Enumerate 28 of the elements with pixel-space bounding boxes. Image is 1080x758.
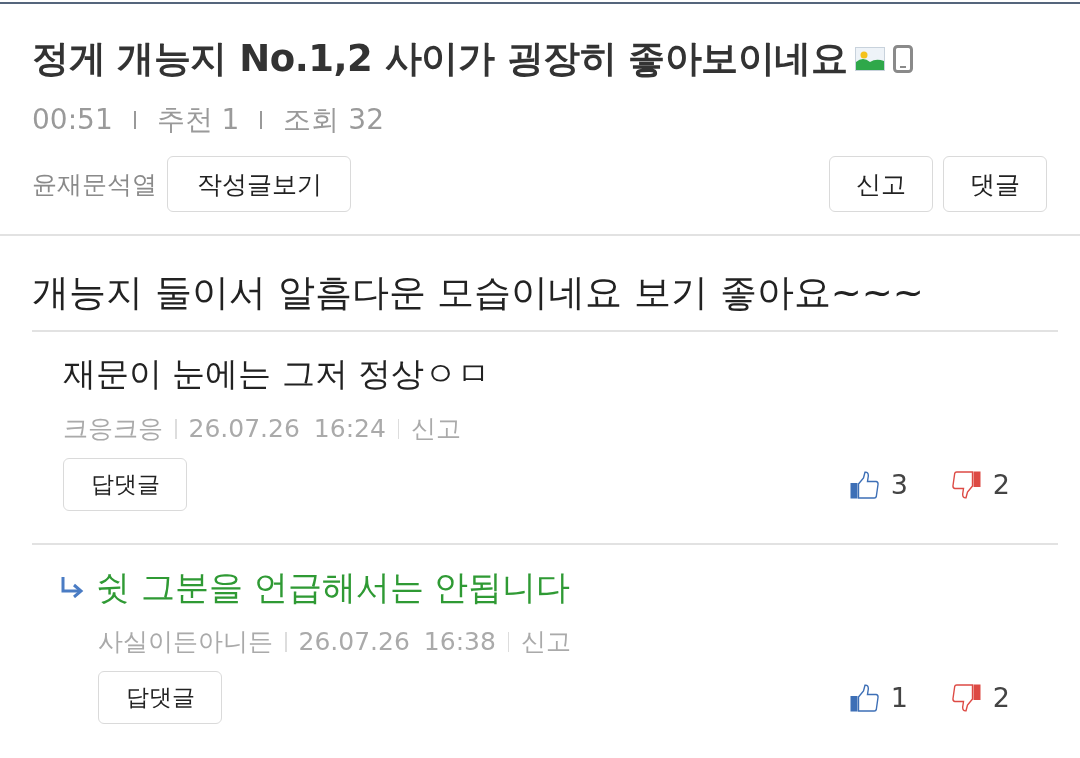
- post-stat: 00:51: [32, 103, 113, 137]
- post-action-button[interactable]: 신고: [829, 156, 933, 212]
- comment-date: 26.07.26: [298, 627, 410, 657]
- comment-author: 사실이든아니든: [98, 627, 273, 657]
- post-title: 정게 개능지 No.1,2 사이가 굉장히 좋아보이네요: [32, 37, 848, 81]
- post-stat: 추천 1: [156, 103, 240, 137]
- comment-time: 16:24: [313, 414, 386, 444]
- dislike-button[interactable]: 2: [951, 469, 1010, 500]
- post-body: 개능지 둘이서 알흠다운 모습이네요 보기 좋아요~~~: [32, 271, 925, 315]
- comment-date: 26.07.26: [188, 414, 300, 444]
- comment-time: 16:38: [423, 627, 496, 657]
- author-posts-button[interactable]: 작성글보기: [167, 156, 351, 212]
- dislike-button[interactable]: 2: [951, 682, 1010, 713]
- post-action-button[interactable]: 댓글: [943, 156, 1047, 212]
- thumbs-up-icon: [849, 683, 879, 712]
- comment-text: 쉿 그분을 언급해서는 안됩니다: [96, 567, 571, 607]
- post-author: 윤재문석열: [32, 168, 157, 201]
- comment-text: 재문이 눈에는 그저 정상ㅇㅁ: [63, 354, 491, 394]
- thumbs-up-icon: [849, 470, 879, 499]
- thumbs-down-icon: [951, 683, 981, 712]
- post-stat: 조회 32: [283, 103, 384, 137]
- thumbs-down-icon: [951, 470, 981, 499]
- reply-button[interactable]: 답댓글: [63, 458, 187, 511]
- comment-author: 크응크응: [63, 414, 163, 444]
- reply-arrow-icon: [60, 576, 84, 598]
- like-button[interactable]: 3: [849, 469, 908, 500]
- reply-button[interactable]: 답댓글: [98, 671, 222, 724]
- like-button[interactable]: 1: [849, 682, 908, 713]
